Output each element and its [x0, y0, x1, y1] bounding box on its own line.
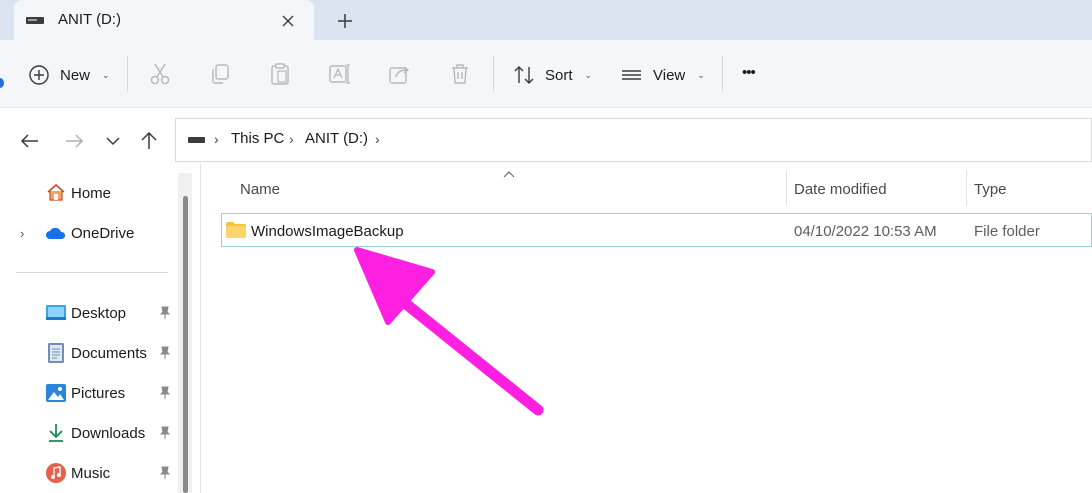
- view-button[interactable]: View ⌄: [621, 62, 705, 88]
- column-divider[interactable]: [786, 170, 787, 206]
- sidebar-item-pictures[interactable]: Pictures: [71, 385, 125, 402]
- delete-icon[interactable]: [448, 62, 472, 86]
- pin-icon[interactable]: [158, 346, 172, 360]
- more-icon[interactable]: •••: [742, 64, 756, 81]
- pane-divider[interactable]: [200, 163, 201, 493]
- sidebar-item-onedrive[interactable]: OneDrive: [71, 225, 134, 242]
- recent-locations-icon[interactable]: [102, 130, 124, 152]
- sort-label: Sort: [545, 66, 573, 84]
- desktop-icon: [46, 305, 66, 322]
- downloads-icon: [47, 423, 65, 443]
- drive-icon: [188, 137, 205, 144]
- sidebar-item-home[interactable]: Home: [71, 185, 111, 202]
- tab-close-icon[interactable]: [278, 11, 298, 31]
- sidebar-divider: [16, 272, 168, 273]
- sidebar-item-downloads[interactable]: Downloads: [71, 425, 145, 442]
- share-icon[interactable]: [388, 62, 412, 86]
- home-icon: [46, 183, 66, 201]
- sort-icon: [513, 64, 535, 86]
- copy-icon[interactable]: [208, 62, 232, 86]
- sidebar-scrollbar-thumb[interactable]: [183, 196, 188, 493]
- view-icon: [621, 64, 643, 86]
- breadcrumb-this-pc[interactable]: This PC: [231, 130, 284, 147]
- breadcrumb-chevron-icon[interactable]: ›: [289, 131, 294, 147]
- documents-icon: [48, 343, 64, 363]
- chevron-down-icon: ⌄: [697, 69, 705, 80]
- back-icon[interactable]: [19, 130, 41, 152]
- folder-icon: [226, 222, 246, 238]
- breadcrumb-anit-drive[interactable]: ANIT (D:): [305, 130, 368, 147]
- sidebar-item-documents[interactable]: Documents: [71, 345, 147, 362]
- toolbar-divider: [493, 56, 494, 92]
- navigation-pane: [0, 163, 200, 493]
- file-type: File folder: [974, 223, 1040, 240]
- pin-icon[interactable]: [158, 386, 172, 400]
- new-plus-icon: [28, 64, 50, 86]
- onedrive-icon: [45, 226, 67, 240]
- annotation-arrow-shaft: [389, 289, 544, 416]
- file-name[interactable]: WindowsImageBackup: [251, 223, 404, 240]
- music-icon: [46, 463, 66, 483]
- forward-icon[interactable]: [63, 130, 85, 152]
- sidebar-item-music[interactable]: Music: [71, 465, 110, 482]
- column-header-date-modified[interactable]: Date modified: [794, 181, 887, 198]
- sidebar-item-desktop[interactable]: Desktop: [71, 305, 126, 322]
- new-button[interactable]: New ⌄: [28, 62, 110, 88]
- tab-title: ANIT (D:): [58, 11, 122, 28]
- up-icon[interactable]: [138, 130, 160, 152]
- annotation-arrow-head: [354, 247, 435, 325]
- chevron-down-icon: ⌄: [102, 69, 110, 80]
- paste-icon[interactable]: [268, 62, 292, 86]
- view-label: View: [653, 66, 686, 84]
- toolbar-divider: [722, 56, 723, 92]
- new-tab-icon[interactable]: [334, 10, 356, 32]
- pin-icon[interactable]: [158, 466, 172, 480]
- breadcrumb-chevron-icon[interactable]: ›: [214, 131, 219, 147]
- sort-ascending-icon: [503, 170, 515, 178]
- file-date-modified: 04/10/2022 10:53 AM: [794, 223, 937, 240]
- cut-icon[interactable]: [148, 62, 172, 86]
- column-header-type[interactable]: Type: [974, 181, 1007, 198]
- pin-icon[interactable]: [158, 306, 172, 320]
- column-header-name[interactable]: Name: [240, 181, 280, 198]
- drive-icon: [26, 17, 44, 25]
- rename-icon[interactable]: [328, 62, 352, 86]
- toolbar-divider: [127, 56, 128, 92]
- chevron-down-icon: ⌄: [584, 69, 593, 80]
- expand-chevron-icon[interactable]: ›: [20, 226, 24, 241]
- new-label: New: [60, 66, 91, 84]
- pin-icon[interactable]: [158, 426, 172, 440]
- sort-button[interactable]: Sort ⌄: [513, 62, 592, 88]
- column-divider[interactable]: [966, 170, 967, 206]
- pictures-icon: [46, 384, 66, 402]
- breadcrumb-chevron-icon[interactable]: ›: [375, 131, 380, 147]
